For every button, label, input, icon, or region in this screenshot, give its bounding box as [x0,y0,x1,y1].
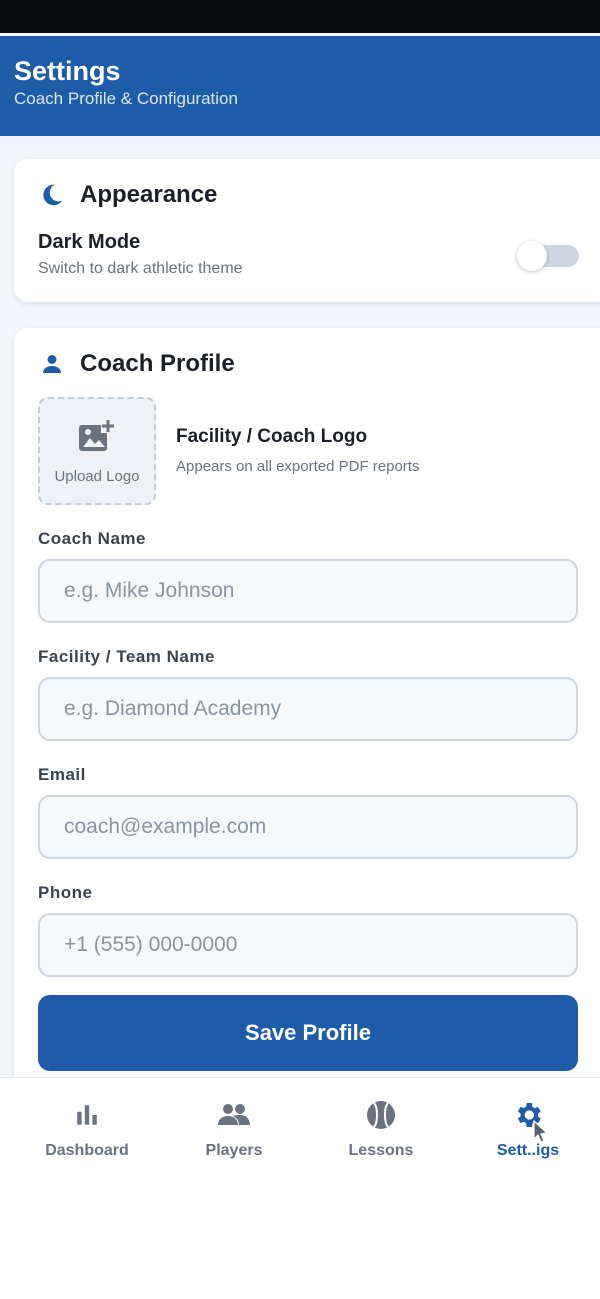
moon-icon [38,181,66,209]
nav-item-settings[interactable]: Sett..igs [453,1098,600,1160]
nav-item-lessons[interactable]: Lessons [306,1098,456,1160]
user-icon [38,350,66,378]
logo-description: Appears on all exported PDF reports [176,458,420,475]
upload-logo-button[interactable]: Upload Logo [38,397,156,505]
nav-item-dashboard[interactable]: Dashboard [12,1098,162,1160]
profile-header: Coach Profile [38,350,235,378]
phone-input[interactable] [38,913,578,977]
logo-title: Facility / Coach Logo [176,426,368,447]
toggle-knob [517,241,547,271]
nav-label-lessons: Lessons [348,1142,414,1159]
nav-label-settings: Sett..igs [496,1142,560,1159]
email-input[interactable] [38,795,578,859]
nav-item-players[interactable]: Players [159,1098,309,1160]
status-bar [0,0,600,33]
appearance-header: Appearance [38,181,217,209]
settings-content[interactable]: Appearance Dark Mode Switch to dark athl… [0,136,600,1077]
coach-name-input[interactable] [38,559,578,623]
nav-label-dashboard: Dashboard [45,1142,129,1159]
nav-label-players: Players [205,1142,263,1159]
profile-title: Coach Profile [80,350,235,377]
page-title: Settings [14,56,121,86]
bottom-nav: Dashboard Players Lessons Sett..igs [0,1077,600,1299]
page-subtitle: Coach Profile & Configuration [14,89,238,108]
coach-name-label: Coach Name [38,529,146,548]
facility-name-input[interactable] [38,677,578,741]
dark-mode-label: Dark Mode [38,231,141,253]
dark-mode-description: Switch to dark athletic theme [38,260,243,277]
save-profile-button[interactable]: Save Profile [38,995,578,1071]
baseball-icon [364,1098,398,1132]
appearance-title: Appearance [80,181,218,208]
group-icon [217,1098,251,1132]
mouse-cursor-icon [533,1119,549,1147]
coach-profile-card: Coach Profile Upload Logo Facility / Coa… [14,328,600,1077]
facility-name-label: Facility / Team Name [38,647,215,666]
phone-label: Phone [38,883,93,902]
bar-chart-icon [70,1098,104,1132]
email-label: Email [38,765,86,784]
upload-logo-label: Upload Logo [54,468,140,485]
dark-mode-toggle[interactable] [517,241,579,271]
page-header: Settings Coach Profile & Configuration [0,36,600,136]
appearance-card: Appearance Dark Mode Switch to dark athl… [14,159,600,302]
add-photo-icon [77,417,117,460]
